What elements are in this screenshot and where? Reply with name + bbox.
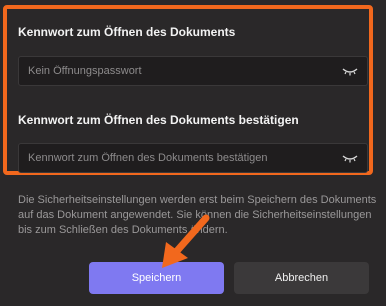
password-security-dialog: Kennwort zum Öffnen des Dokuments Kennwo…: [0, 0, 386, 306]
eye-closed-icon[interactable]: [338, 57, 362, 85]
security-info-text: Die Sicherheitseinstellungen werden erst…: [18, 194, 377, 236]
confirm-password-label: Kennwort zum Öffnen des Dokuments bestät…: [18, 113, 299, 127]
eye-closed-icon[interactable]: [338, 144, 362, 172]
open-password-input[interactable]: [19, 57, 338, 85]
save-button[interactable]: Speichern: [89, 262, 224, 294]
confirm-password-input[interactable]: [19, 144, 338, 172]
confirm-password-field: [18, 143, 368, 173]
cancel-button[interactable]: Abbrechen: [234, 262, 369, 294]
open-password-label: Kennwort zum Öffnen des Dokuments: [18, 25, 236, 39]
open-password-field: [18, 56, 368, 86]
